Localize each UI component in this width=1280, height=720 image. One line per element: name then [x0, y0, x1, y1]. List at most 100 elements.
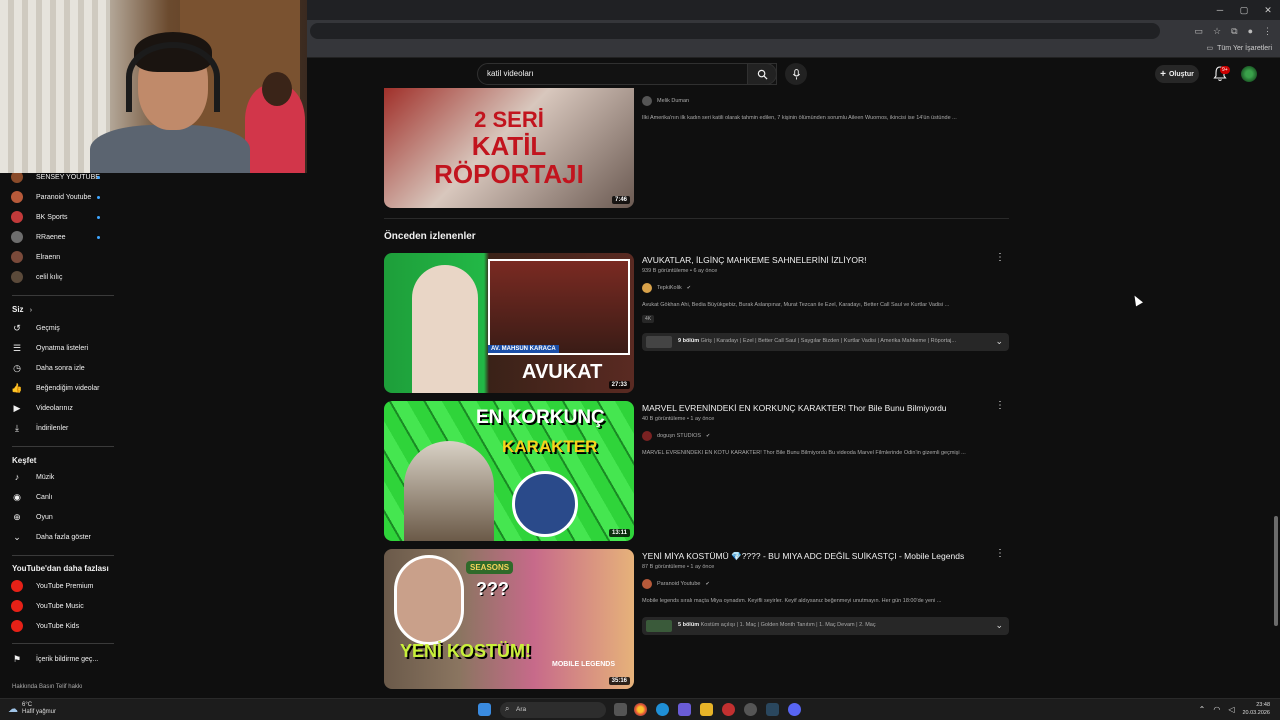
youtube-header: katil videoları ✕ + Oluştur 9+ — [307, 58, 1280, 90]
cast-icon[interactable]: ▭ — [1195, 26, 1204, 37]
webcam-streamer — [90, 30, 250, 173]
page-scrollbar[interactable] — [1272, 58, 1280, 698]
new-content-dot — [97, 235, 100, 239]
sidebar-you-heading[interactable]: Siz › — [12, 305, 32, 314]
profile-icon[interactable]: ● — [1248, 26, 1253, 36]
steam-icon[interactable] — [766, 703, 779, 716]
sidebar-item-your-videos[interactable]: ▶ Videolarınız — [0, 399, 118, 417]
video-description: MARVEL EVRENİNDEKİ EN KÖTÜ KARAKTER! Tho… — [642, 450, 966, 456]
channel-name: Melik Duman — [657, 98, 690, 104]
sidebar-item-watch-later[interactable]: ◷ Daha sonra izle — [0, 359, 118, 377]
scrollbar-thumb[interactable] — [1274, 516, 1278, 626]
video-title[interactable]: AVUKATLAR, İLGİNÇ MAHKEME SAHNELERİNİ İZ… — [642, 255, 867, 265]
wifi-icon[interactable]: ◠ — [1213, 705, 1220, 714]
video-channel[interactable]: doguşn STUDIOS ✔ — [642, 431, 710, 441]
taskbar-search[interactable]: ⌕ Ara — [500, 702, 606, 718]
youtube-premium-icon — [11, 580, 23, 592]
video-channel[interactable]: Paranoid Youtube ✔ — [642, 579, 710, 589]
video-duration: 27:33 — [608, 381, 630, 389]
video-duration: 13:11 — [608, 529, 630, 537]
sidebar-item-premium[interactable]: YouTube Premium — [0, 577, 118, 595]
sidebar-item-liked[interactable]: 👍 Beğendiğim videolar — [0, 379, 118, 397]
sidebar-item-live[interactable]: ◉ Canlı — [0, 488, 118, 506]
create-button[interactable]: + Oluştur — [1155, 65, 1199, 83]
task-view-icon[interactable] — [614, 703, 627, 716]
sidebar-item-music[interactable]: ♪ Müzik — [0, 468, 118, 486]
thumbnail-logo: MOBILE LEGENDS — [552, 661, 616, 668]
chevron-down-icon: ⌄ — [13, 531, 21, 542]
flag-icon: ⚑ — [12, 653, 22, 664]
search-button[interactable] — [747, 63, 777, 85]
more-options-icon[interactable]: ⋮ — [995, 252, 1005, 263]
sidebar-sub-paranoid[interactable]: Paranoid Youtube — [0, 188, 118, 206]
sidebar-item-playlists[interactable]: ☰ Oynatma listeleri — [0, 339, 118, 357]
windows-start-icon[interactable] — [478, 703, 491, 716]
copilot-icon[interactable] — [678, 703, 691, 716]
all-bookmarks[interactable]: ▭ Tüm Yer İşaretleri — [1207, 44, 1272, 53]
sidebar-item-gaming[interactable]: ⊕ Oyun — [0, 508, 118, 526]
chevron-down-icon[interactable]: ⌄ — [995, 620, 1003, 631]
chapters-text: 5 bölüm Kostüm açılışı | 1. Maç | Golden… — [678, 622, 978, 628]
sidebar-item-label: SENSEY YOUTUBE — [36, 173, 100, 181]
thumbnail-person — [394, 555, 464, 645]
sidebar-footer-links[interactable]: Hakkında Basın Telif hakkı — [12, 684, 83, 690]
sidebar-item-show-more[interactable]: ⌄ Daha fazla göster — [0, 528, 118, 546]
chapters-bar[interactable]: 9 bölüm Giriş | Karadayı | Ezel | Better… — [642, 333, 1009, 351]
account-avatar[interactable] — [1241, 66, 1257, 82]
video-thumbnail[interactable]: 2 SERİ KATİL RÖPORTAJI 7:46 — [384, 88, 634, 208]
webcam-overlay — [0, 0, 307, 173]
video-channel[interactable]: Melik Duman — [642, 96, 689, 106]
voice-search-button[interactable] — [785, 63, 807, 85]
sidebar-sub-celil[interactable]: celil kılıç — [0, 268, 118, 286]
video-thumbnail[interactable]: AV. MAHSUN KARACA AVUKAT 27:33 — [384, 253, 634, 393]
chrome-icon[interactable] — [634, 703, 647, 716]
sidebar-item-downloads[interactable]: ⤓ İndirilenler — [0, 419, 118, 437]
chapters-count: 5 bölüm — [678, 622, 700, 628]
sidebar-item-kids[interactable]: YouTube Kids — [0, 617, 118, 635]
video-title[interactable]: YENİ MİYA KOSTÜMÜ 💎???? - BU MIYA ADC DE… — [642, 551, 964, 562]
minimize-icon[interactable]: ─ — [1208, 0, 1232, 20]
video-title[interactable]: MARVEL EVRENİNDEKİ EN KORKUNÇ KARAKTER! … — [642, 403, 947, 413]
video-thumbnail[interactable]: SEASONS ??? YENİ KOSTÜM! MOBILE LEGENDS … — [384, 549, 634, 689]
chapters-bar[interactable]: 5 bölüm Kostüm açılışı | 1. Maç | Golden… — [642, 617, 1009, 635]
system-clock[interactable]: 23:48 20.03.2026 — [1242, 701, 1270, 717]
app-icon[interactable] — [722, 703, 735, 716]
download-icon: ⤓ — [15, 422, 19, 433]
sidebar-item-music-app[interactable]: YouTube Music — [0, 597, 118, 615]
close-icon[interactable]: ✕ — [1256, 0, 1280, 20]
more-options-icon[interactable]: ⋮ — [995, 400, 1005, 411]
video-icon: ▶ — [13, 402, 21, 413]
volume-icon[interactable]: ◁ — [1228, 705, 1234, 714]
thumbnail-caption: AVUKAT — [522, 361, 603, 383]
sidebar-item-report[interactable]: ⚑ İçerik bildirme geç... — [0, 650, 118, 668]
address-bar[interactable] — [310, 23, 1160, 39]
sidebar-sub-bksports[interactable]: BK Sports — [0, 208, 118, 226]
sidebar-sub-elraenn[interactable]: Elraenn — [0, 248, 118, 266]
video-thumbnail[interactable]: EN KORKUNÇ KARAKTER 13:11 — [384, 401, 634, 541]
video-channel[interactable]: TepkiKolik ✔ — [642, 283, 691, 293]
channel-avatar — [11, 191, 23, 203]
sidebar-item-label: Beğendiğim videolar — [36, 384, 100, 392]
verified-icon: ✔ — [686, 285, 691, 291]
obs-icon[interactable] — [744, 703, 757, 716]
search-input[interactable]: katil videoları ✕ — [477, 63, 777, 85]
chapters-count: 9 bölüm — [678, 338, 700, 344]
edge-icon[interactable] — [656, 703, 669, 716]
menu-icon[interactable]: ⋮ — [1263, 26, 1272, 37]
chevron-down-icon[interactable]: ⌄ — [995, 336, 1003, 347]
sidebar-sub-rraenee[interactable]: RRaenee — [0, 228, 118, 246]
sidebar-item-label: Daha fazla göster — [36, 533, 91, 541]
channel-name: TepkiKolik — [657, 285, 682, 291]
video-meta: 40 B görüntüleme • 1 ay önce — [642, 416, 715, 422]
sidebar-more-heading: YouTube'dan daha fazlası — [12, 564, 109, 573]
discord-icon[interactable] — [788, 703, 801, 716]
chevron-up-icon[interactable]: ⌃ — [1199, 705, 1206, 714]
more-options-icon[interactable]: ⋮ — [995, 548, 1005, 559]
file-explorer-icon[interactable] — [700, 703, 713, 716]
star-icon[interactable]: ☆ — [1213, 26, 1221, 37]
weather-widget[interactable]: ☁ 6°C Hafif yağmur — [8, 702, 56, 716]
extensions-icon[interactable]: ⧉ — [1231, 26, 1237, 37]
sidebar-divider — [12, 295, 114, 296]
maximize-icon[interactable]: ▢ — [1232, 0, 1256, 20]
sidebar-item-history[interactable]: ↺ Geçmiş — [0, 319, 118, 337]
